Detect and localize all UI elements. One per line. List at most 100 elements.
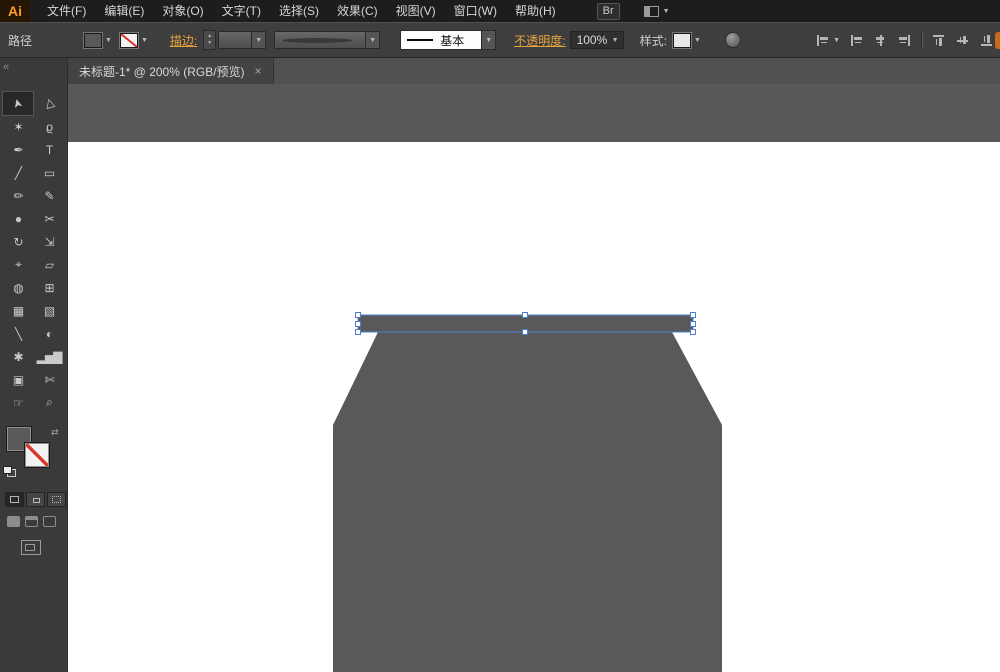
blend-tool[interactable]: ◐ — [34, 322, 64, 345]
stepper-up-icon: ▲ — [204, 33, 215, 40]
style-swatch — [673, 33, 691, 48]
stroke-color-picker[interactable]: ▼ — [120, 33, 148, 48]
align-bottom-button[interactable] — [980, 33, 993, 48]
panel-collapse-icon[interactable]: « — [3, 61, 7, 73]
screen-mode-normal-button[interactable] — [7, 516, 20, 527]
menu-item-3[interactable]: 对象(O) — [153, 0, 212, 22]
menu-item-8[interactable]: 窗口(W) — [445, 0, 506, 22]
menu-item-4[interactable]: 文字(T) — [213, 0, 270, 22]
width-profile-preview — [282, 38, 352, 43]
slice-tool[interactable]: ✄ — [34, 368, 64, 391]
chevron-down-icon: ▼ — [694, 37, 701, 44]
stroke-weight-select[interactable]: ▼ — [218, 31, 266, 49]
magic-wand-tool[interactable]: ✶ — [3, 115, 33, 138]
fill-color-picker[interactable]: ▼ — [84, 33, 112, 48]
chevron-down-icon: ▼ — [663, 8, 670, 15]
recolor-artwork-icon[interactable] — [725, 32, 741, 48]
line-segment-tool[interactable]: ╱ — [3, 161, 33, 184]
tools-panel: ➤▷ ✶ ϱ✒T ╱ ▭✏ ✎ ● ✂ ↻⇲⌖▱◍⊞▦▧╲◐ ✱ ▂▅▇▣ ✄ ☞ ⌕ ⇄ — [0, 58, 68, 672]
hand-tool[interactable]: ☞ — [3, 391, 33, 414]
free-transform-tool[interactable]: ▱ — [34, 253, 64, 276]
perspective-grid-tool[interactable]: ⊞ — [34, 276, 64, 299]
brush-value: 基本 — [440, 32, 464, 49]
align-dropdown[interactable]: ▼ — [815, 34, 840, 47]
eyedropper-tool[interactable]: ╲ — [3, 322, 33, 345]
mesh-tool[interactable]: ▦ — [3, 299, 33, 322]
type-tool[interactable]: T — [34, 138, 64, 161]
column-graph-tool[interactable]: ▂▅▇ — [34, 345, 64, 368]
screen-mode-menubar-button[interactable] — [25, 516, 38, 527]
align-center-button[interactable] — [873, 34, 888, 47]
slice-tool-icon: ✄ — [44, 373, 53, 387]
draw-inside-button[interactable] — [47, 492, 66, 507]
brush-stroke-preview — [407, 39, 433, 41]
chevron-down-icon: ▼ — [481, 31, 495, 49]
lasso-tool[interactable]: ϱ — [34, 115, 64, 138]
selection-tool[interactable]: ➤ — [3, 92, 33, 115]
draw-normal-button[interactable] — [5, 492, 24, 507]
menu-item-1[interactable]: 文件(F) — [38, 0, 95, 22]
symbol-sprayer-tool[interactable]: ✱ — [3, 345, 33, 368]
menubar-items: 文件(F)编辑(E)对象(O)文字(T)选择(S)效果(C)视图(V)窗口(W)… — [38, 0, 565, 22]
stroke-panel-link[interactable]: 描边: — [170, 32, 197, 49]
blob-brush-tool[interactable]: ● — [3, 207, 33, 230]
bridge-button[interactable]: Br — [597, 3, 620, 20]
document-tab[interactable]: 未标题-1* @ 200% (RGB/预览) × — [68, 58, 274, 84]
pencil-tool[interactable]: ✎ — [34, 184, 64, 207]
paintbrush-tool[interactable]: ✏ — [3, 184, 33, 207]
workspace-icon — [644, 6, 659, 17]
zoom-tool[interactable]: ⌕ — [34, 391, 64, 414]
workspace-switcher[interactable]: ▼ — [644, 6, 670, 17]
scissors-tool[interactable]: ✂ — [34, 207, 64, 230]
menu-item-7[interactable]: 视图(V) — [387, 0, 445, 22]
rotate-tool[interactable]: ↻ — [3, 230, 33, 253]
chevron-down-icon: ▼ — [612, 37, 619, 44]
canvas-area[interactable] — [68, 84, 1000, 672]
direct-selection-tool[interactable]: ▷ — [34, 92, 64, 115]
swap-fill-stroke-icon[interactable]: ⇄ — [51, 427, 59, 438]
fill-stroke-indicator: ⇄ — [0, 426, 67, 480]
opacity-select[interactable]: 100% ▼ — [570, 31, 624, 49]
opacity-panel-link[interactable]: 不透明度: — [514, 32, 565, 49]
stroke-weight-stepper[interactable]: ▲▼ — [203, 30, 216, 50]
magic-wand-tool-icon: ✶ — [13, 120, 22, 134]
menu-item-5[interactable]: 选择(S) — [270, 0, 328, 22]
close-icon[interactable]: × — [255, 64, 262, 78]
symbol-sprayer-tool-icon: ✱ — [13, 350, 22, 364]
change-screen-mode-icon[interactable] — [21, 540, 41, 555]
menu-item-9[interactable]: 帮助(H) — [506, 0, 565, 22]
jar-body-shape[interactable] — [333, 332, 722, 672]
scale-tool[interactable]: ⇲ — [34, 230, 64, 253]
menu-item-2[interactable]: 编辑(E) — [95, 0, 153, 22]
menu-item-6[interactable]: 效果(C) — [328, 0, 387, 22]
rectangle-tool[interactable]: ▭ — [34, 161, 64, 184]
stroke-none-swatch — [120, 33, 138, 48]
hand-tool-icon: ☞ — [13, 396, 23, 410]
draw-behind-button[interactable] — [26, 492, 45, 507]
chevron-down-icon: ▼ — [365, 32, 379, 48]
default-colors-icon[interactable] — [3, 466, 16, 477]
brush-definition-select[interactable]: 基本 ▼ — [400, 30, 496, 50]
stroke-none-swatch[interactable] — [24, 442, 50, 468]
document-tab-title: 未标题-1* @ 200% (RGB/预览) — [79, 63, 245, 80]
width-profile-select[interactable]: ▼ — [274, 31, 380, 49]
gradient-tool[interactable]: ▧ — [34, 299, 64, 322]
shape-builder-tool[interactable]: ◍ — [3, 276, 33, 299]
chevron-down-icon: ▼ — [105, 37, 112, 44]
artboard-tool[interactable]: ▣ — [3, 368, 33, 391]
screen-mode-full-button[interactable] — [43, 516, 56, 527]
width-tool[interactable]: ⌖ — [3, 253, 33, 276]
align-right-button[interactable] — [897, 34, 912, 47]
tools-grid: ➤▷ ✶ ϱ✒T ╱ ▭✏ ✎ ● ✂ ↻⇲⌖▱◍⊞▦▧╲◐ ✱ ▂▅▇▣ ✄ ☞ ⌕ — [0, 58, 67, 414]
line-segment-tool-icon: ╱ — [15, 166, 21, 180]
pen-tool[interactable]: ✒ — [3, 138, 33, 161]
document-tab-strip: 未标题-1* @ 200% (RGB/预览) × — [68, 58, 1000, 84]
pencil-tool-icon: ✎ — [44, 189, 53, 203]
scissors-tool-icon: ✂ — [44, 212, 53, 226]
chevron-down-icon: ▼ — [251, 32, 265, 48]
graphic-style-select[interactable]: ▼ — [673, 33, 701, 48]
align-left-button[interactable] — [849, 34, 864, 47]
align-top-button[interactable] — [932, 33, 945, 48]
align-middle-button[interactable] — [956, 33, 969, 48]
screen-mode-buttons — [7, 516, 67, 527]
